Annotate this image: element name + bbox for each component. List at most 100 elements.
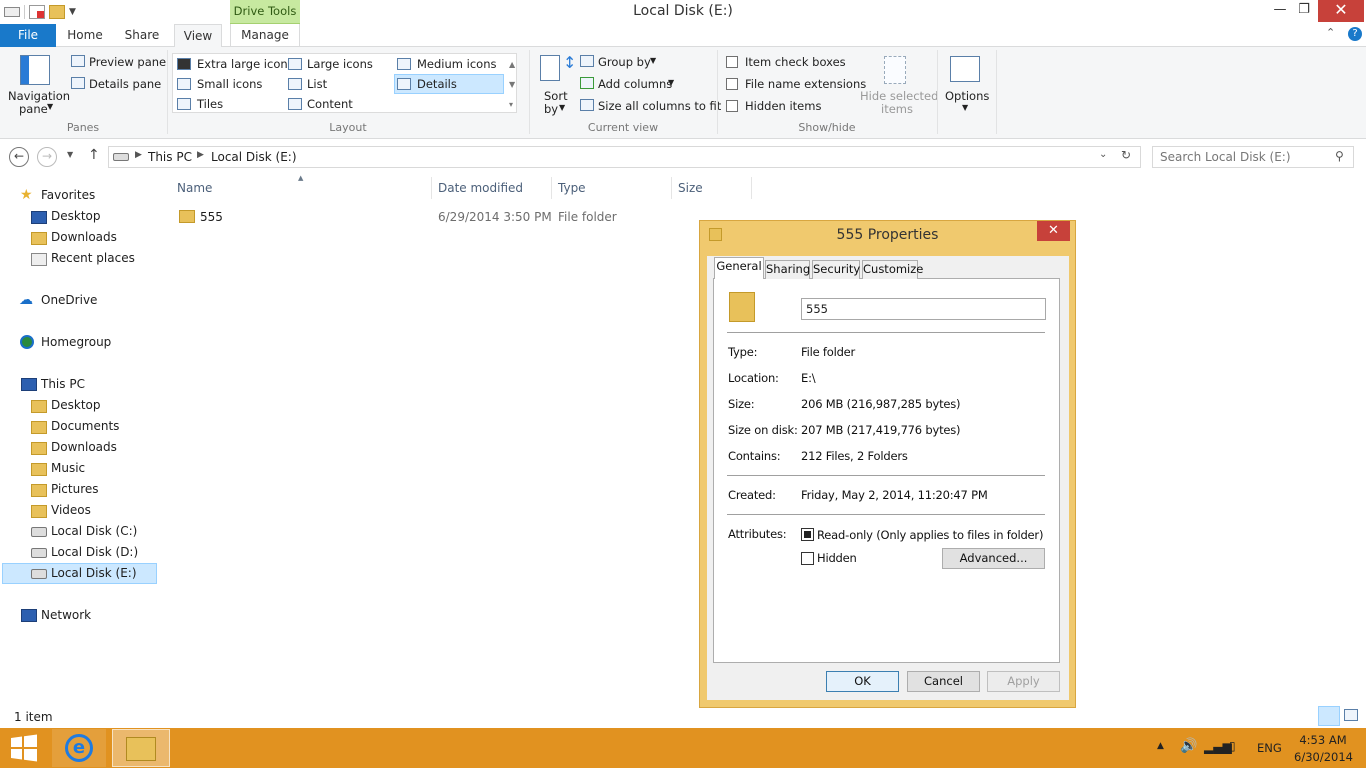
layout-large-icons[interactable]: Large icons xyxy=(307,57,373,71)
properties-icon[interactable] xyxy=(29,5,45,19)
back-button[interactable]: ← xyxy=(9,147,29,167)
nav-local-disk-d[interactable]: Local Disk (D:) xyxy=(51,545,138,559)
breadcrumb-this-pc[interactable]: This PC xyxy=(148,150,192,164)
search-input[interactable]: Search Local Disk (E:) xyxy=(1160,150,1291,164)
hide-selected-items-button[interactable]: Hide selected xyxy=(860,89,938,103)
nav-fav-downloads[interactable]: Downloads xyxy=(51,230,117,244)
group-label-panes: Panes xyxy=(66,121,100,134)
table-row[interactable]: 555 6/29/2014 3:50 PM File folder xyxy=(170,206,700,228)
address-bar[interactable]: ▶ This PC ▶ Local Disk (E:) ⌄ ↻ xyxy=(108,146,1141,168)
layout-small-icons[interactable]: Small icons xyxy=(197,77,262,91)
tab-general[interactable]: General xyxy=(714,257,764,279)
layout-medium-icons[interactable]: Medium icons xyxy=(417,57,496,71)
details-pane-button[interactable]: Details pane xyxy=(89,77,161,91)
hidden-items-checkbox[interactable] xyxy=(726,100,738,112)
layout-list[interactable]: List xyxy=(307,77,327,91)
layout-content[interactable]: Content xyxy=(307,97,353,111)
tab-home[interactable]: Home xyxy=(62,24,108,47)
navigation-pane-icon[interactable] xyxy=(20,55,50,85)
layout-details[interactable]: Details xyxy=(417,77,457,91)
nav-pc-downloads[interactable]: Downloads xyxy=(51,440,117,454)
clock-time[interactable]: 4:53 AM xyxy=(1298,733,1348,747)
readonly-checkbox[interactable] xyxy=(801,528,814,541)
nav-local-disk-c[interactable]: Local Disk (C:) xyxy=(51,524,137,538)
folder-name-input[interactable]: 555 xyxy=(801,298,1046,320)
nav-pc-pictures[interactable]: Pictures xyxy=(51,482,99,496)
file-name-extensions-label: File name extensions xyxy=(745,77,867,91)
group-by-button[interactable]: Group by xyxy=(598,55,651,69)
item-check-boxes-checkbox[interactable] xyxy=(726,56,738,68)
sort-by-button[interactable]: Sort xyxy=(544,89,568,103)
volume-icon[interactable]: 🔊 xyxy=(1180,738,1197,754)
layout-scroll-icon[interactable]: ▲ ▼ ▾ xyxy=(509,55,515,115)
tab-customize[interactable]: Customize xyxy=(862,260,923,279)
tab-view[interactable]: View xyxy=(174,24,222,48)
battery-icon[interactable]: ▯ xyxy=(1229,739,1236,753)
taskbar-file-explorer[interactable] xyxy=(112,729,170,767)
tab-file[interactable]: File xyxy=(0,24,56,47)
refresh-icon[interactable]: ↻ xyxy=(1121,148,1131,162)
tab-sharing[interactable]: Sharing xyxy=(765,260,810,279)
preview-pane-button[interactable]: Preview pane xyxy=(89,55,166,69)
column-header-size[interactable]: Size xyxy=(678,181,703,195)
nav-pc-videos[interactable]: Videos xyxy=(51,503,91,517)
address-dropdown-icon[interactable]: ⌄ xyxy=(1099,149,1107,160)
hidden-checkbox[interactable] xyxy=(801,552,814,565)
network-signal-icon[interactable]: ▂▄▆ xyxy=(1204,740,1232,754)
breadcrumb-local-disk-e[interactable]: Local Disk (E:) xyxy=(211,150,297,164)
details-icon xyxy=(397,78,411,90)
column-header-name[interactable]: Name xyxy=(177,181,212,195)
layout-tiles[interactable]: Tiles xyxy=(197,97,223,111)
dialog-close-button[interactable]: ✕ xyxy=(1037,221,1070,241)
recent-locations-icon[interactable]: ▼ xyxy=(67,150,73,159)
nav-onedrive[interactable]: OneDrive xyxy=(41,293,97,307)
large-icons-view-icon[interactable] xyxy=(1344,709,1358,721)
tab-share[interactable]: Share xyxy=(118,24,166,47)
nav-homegroup[interactable]: Homegroup xyxy=(41,335,111,349)
show-hidden-icons[interactable]: ▲ xyxy=(1157,741,1164,751)
start-button[interactable] xyxy=(10,729,40,767)
nav-this-pc[interactable]: This PC xyxy=(41,377,85,391)
dialog-title: 555 Properties xyxy=(836,227,939,243)
nav-pc-music[interactable]: Music xyxy=(51,461,85,475)
help-icon[interactable]: ? xyxy=(1348,27,1362,41)
up-button[interactable]: ↑ xyxy=(88,147,100,163)
forward-button[interactable]: → xyxy=(37,147,57,167)
collapse-ribbon-icon[interactable]: ⌃ xyxy=(1326,26,1335,39)
new-folder-icon[interactable] xyxy=(49,5,65,19)
search-icon[interactable]: ⚲ xyxy=(1335,149,1344,163)
drive-icon[interactable] xyxy=(4,7,20,17)
onedrive-cloud-icon: ☁ xyxy=(19,292,33,308)
column-header-date-modified[interactable]: Date modified xyxy=(438,181,523,195)
size-all-columns-button[interactable]: Size all columns to fit xyxy=(598,99,721,113)
search-box[interactable]: Search Local Disk (E:) ⚲ xyxy=(1152,146,1354,168)
taskbar-internet-explorer[interactable]: e xyxy=(52,729,106,767)
file-name-extensions-checkbox[interactable] xyxy=(726,78,738,90)
options-icon xyxy=(950,56,980,82)
nav-favorites[interactable]: Favorites xyxy=(41,188,95,202)
nav-pc-documents[interactable]: Documents xyxy=(51,419,119,433)
details-view-icon[interactable] xyxy=(1318,706,1340,726)
ok-button[interactable]: OK xyxy=(826,671,899,692)
close-button[interactable]: ✕ xyxy=(1318,0,1364,22)
restore-button[interactable]: ❐ xyxy=(1289,0,1319,22)
navigation-pane-button[interactable]: Navigation xyxy=(8,89,70,103)
nav-pc-desktop[interactable]: Desktop xyxy=(51,398,101,412)
cancel-button[interactable]: Cancel xyxy=(907,671,980,692)
layout-extra-large-icons[interactable]: Extra large icons xyxy=(197,57,294,71)
nav-recent-places[interactable]: Recent places xyxy=(51,251,135,265)
hidden-label: Hidden xyxy=(817,551,857,565)
tab-security[interactable]: Security xyxy=(812,260,860,279)
options-button[interactable]: Options xyxy=(945,89,989,103)
nav-local-disk-e[interactable]: Local Disk (E:) xyxy=(51,566,137,580)
nav-fav-desktop[interactable]: Desktop xyxy=(51,209,101,223)
advanced-button[interactable]: Advanced... xyxy=(942,548,1045,569)
column-header-type[interactable]: Type xyxy=(558,181,586,195)
chevron-down-icon[interactable]: ▼ xyxy=(69,7,76,17)
clock-date[interactable]: 6/30/2014 xyxy=(1294,750,1353,764)
language-indicator[interactable]: ENG xyxy=(1257,741,1282,755)
tab-manage[interactable]: Manage xyxy=(230,24,300,47)
apply-button[interactable]: Apply xyxy=(987,671,1060,692)
nav-network[interactable]: Network xyxy=(41,608,91,622)
add-columns-button[interactable]: Add columns xyxy=(598,77,672,91)
